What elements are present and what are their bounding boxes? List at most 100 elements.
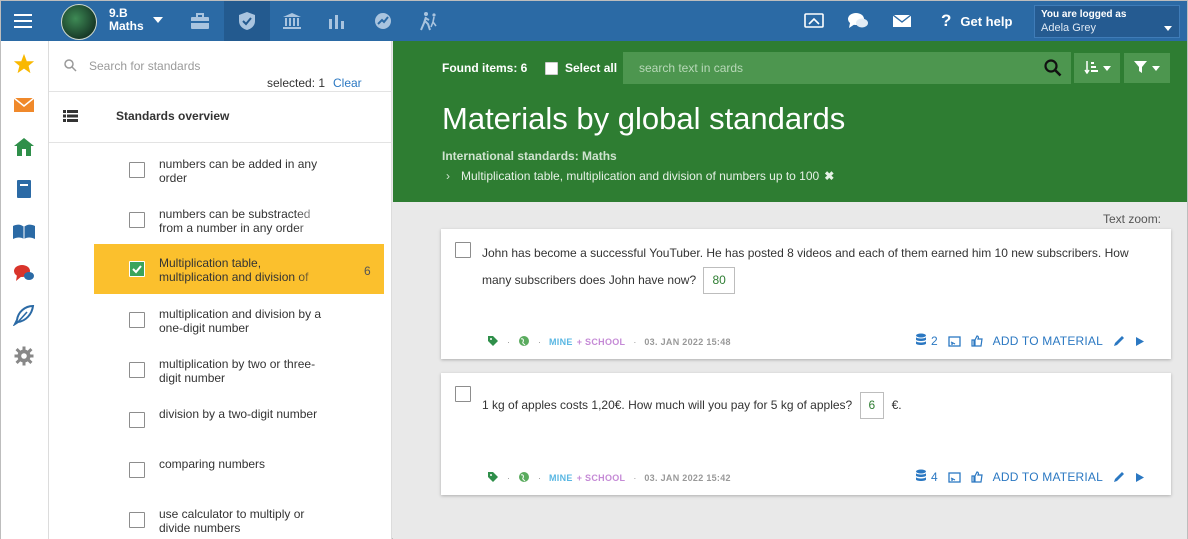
card-question: John has become a successful YouTuber. H…: [482, 240, 1152, 295]
feather-icon[interactable]: [11, 302, 37, 328]
standards-search-input[interactable]: [89, 59, 329, 73]
envelope-icon[interactable]: [879, 1, 925, 41]
shield-check-icon[interactable]: [224, 1, 270, 41]
standards-overview-header[interactable]: Standards overview: [49, 93, 391, 143]
standard-checkbox[interactable]: [129, 462, 145, 478]
progress-chart-icon[interactable]: [360, 1, 406, 41]
play-icon[interactable]: [1135, 472, 1145, 483]
user-menu[interactable]: You are logged as Adela Grey: [1034, 5, 1180, 38]
usage-count: 2: [930, 334, 938, 348]
owner-mine: MINE: [549, 473, 573, 483]
standard-item[interactable]: numbers can be substracted from a number…: [94, 200, 384, 250]
standard-checkbox[interactable]: [129, 412, 145, 428]
select-all-checkbox[interactable]: Select all: [545, 61, 617, 75]
chat-bubbles-icon[interactable]: [835, 1, 881, 41]
bar-chart-icon[interactable]: [314, 1, 360, 41]
chevron-down-icon: [1102, 65, 1111, 71]
chevron-down-icon: [1152, 65, 1160, 71]
home-icon[interactable]: [11, 134, 37, 160]
card-checkbox[interactable]: [455, 386, 471, 402]
standard-item-selected[interactable]: Multiplication table, multiplication and…: [94, 244, 384, 294]
standard-checkbox[interactable]: [129, 312, 145, 328]
standard-checkbox-checked[interactable]: [129, 261, 145, 277]
card-question: 1 kg of apples costs 1,20€. How much wil…: [482, 392, 1152, 420]
thumbs-up-icon[interactable]: [971, 335, 983, 347]
standard-checkbox[interactable]: [129, 162, 145, 178]
standard-checkbox[interactable]: [129, 362, 145, 378]
logged-as-label: You are logged as: [1041, 9, 1127, 20]
user-menu-chevron-icon: [1164, 26, 1172, 31]
sort-button[interactable]: [1074, 53, 1120, 83]
card-search-input[interactable]: [639, 61, 1019, 75]
thumbs-up-icon[interactable]: [971, 471, 983, 483]
walking-person-icon[interactable]: [406, 1, 452, 41]
menu-icon[interactable]: [9, 1, 37, 41]
get-help-button[interactable]: ? Get help: [941, 11, 1012, 31]
class-avatar[interactable]: [61, 4, 97, 40]
owner-school: + SCHOOL: [576, 337, 626, 347]
usage-stack[interactable]: 4: [915, 469, 938, 485]
play-icon[interactable]: [1135, 336, 1145, 347]
card-search-bar: [623, 52, 1071, 84]
pencil-icon[interactable]: [1113, 471, 1125, 483]
screen-cast-icon[interactable]: [791, 1, 837, 41]
usage-stack[interactable]: 2: [915, 333, 938, 349]
standard-item[interactable]: use calculator to multiply or divide num…: [94, 500, 384, 539]
active-standard-filter: › Multiplication table, multiplication a…: [446, 169, 834, 183]
star-icon[interactable]: [11, 51, 37, 77]
class-selector[interactable]: 9.B Maths: [109, 7, 144, 33]
open-book-icon[interactable]: [11, 219, 37, 245]
select-all-box[interactable]: [545, 61, 558, 75]
page-title: Materials by global standards: [442, 101, 846, 136]
gear-icon[interactable]: [11, 343, 37, 369]
add-to-material-button[interactable]: ADD TO MATERIAL: [993, 470, 1103, 484]
separator: ·: [633, 337, 637, 347]
card-date: 03. JAN 2022 15:48: [644, 337, 731, 347]
institution-icon[interactable]: [269, 1, 315, 41]
class-dropdown-chevron-icon[interactable]: [153, 17, 163, 23]
cast-icon[interactable]: [947, 335, 961, 347]
sort-icon: [1083, 60, 1098, 77]
card-checkbox[interactable]: [455, 242, 471, 258]
cast-icon[interactable]: [947, 471, 961, 483]
materials-header: Found items: 6 Select all Materials by g…: [393, 41, 1187, 202]
standards-search-bar: selected: 1 Clear: [49, 41, 391, 92]
list-icon: [63, 110, 78, 125]
add-to-material-button[interactable]: ADD TO MATERIAL: [993, 334, 1103, 348]
standard-checkbox[interactable]: [129, 212, 145, 228]
tag-icon[interactable]: [487, 335, 499, 349]
discussion-icon[interactable]: [11, 260, 37, 286]
standard-item[interactable]: comparing numbers: [94, 450, 384, 500]
question-text: 1 kg of apples costs 1,20€. How much wil…: [482, 398, 853, 412]
filter-button[interactable]: [1124, 53, 1170, 83]
search-icon[interactable]: [1044, 59, 1062, 80]
tag-icon[interactable]: [487, 471, 499, 485]
standard-item[interactable]: multiplication by two or three-digit num…: [94, 350, 384, 400]
globe-icon: [518, 471, 530, 485]
separator: ·: [633, 473, 637, 483]
usage-count: 4: [930, 470, 938, 484]
top-bar: 9.B Maths ? Get help You are logged as A…: [1, 1, 1187, 41]
standard-checkbox[interactable]: [129, 512, 145, 528]
separator: ·: [538, 473, 541, 483]
mail-icon[interactable]: [11, 92, 37, 118]
pencil-icon[interactable]: [1113, 335, 1125, 347]
briefcase-icon[interactable]: [177, 1, 223, 41]
standard-label: division by a two-digit number: [159, 407, 318, 421]
standard-label: use calculator to multiply or divide num…: [159, 507, 305, 535]
clear-selection-link[interactable]: Clear: [333, 76, 362, 90]
standard-label: comparing numbers: [159, 457, 266, 471]
material-card: John has become a successful YouTuber. H…: [441, 229, 1171, 359]
standard-item[interactable]: division by a two-digit number: [94, 400, 384, 450]
standard-group-label: International standards: Maths: [442, 149, 617, 163]
main-content: Found items: 6 Select all Materials by g…: [393, 41, 1187, 539]
select-all-label: Select all: [565, 61, 618, 75]
card-meta: · · MINE + SCHOOL · 03. JAN 2022 15:42: [487, 471, 731, 485]
chevron-right-icon: ›: [446, 169, 450, 183]
standard-item[interactable]: multiplication and division by a one-dig…: [94, 300, 384, 350]
standard-label: multiplication by two or three-digit num…: [159, 357, 316, 385]
standard-item[interactable]: numbers can be added in any order: [94, 150, 384, 200]
remove-filter-icon[interactable]: ✖: [824, 169, 834, 183]
notebook-icon[interactable]: [11, 176, 37, 202]
standard-label: multiplication and division by a one-dig…: [159, 307, 322, 335]
